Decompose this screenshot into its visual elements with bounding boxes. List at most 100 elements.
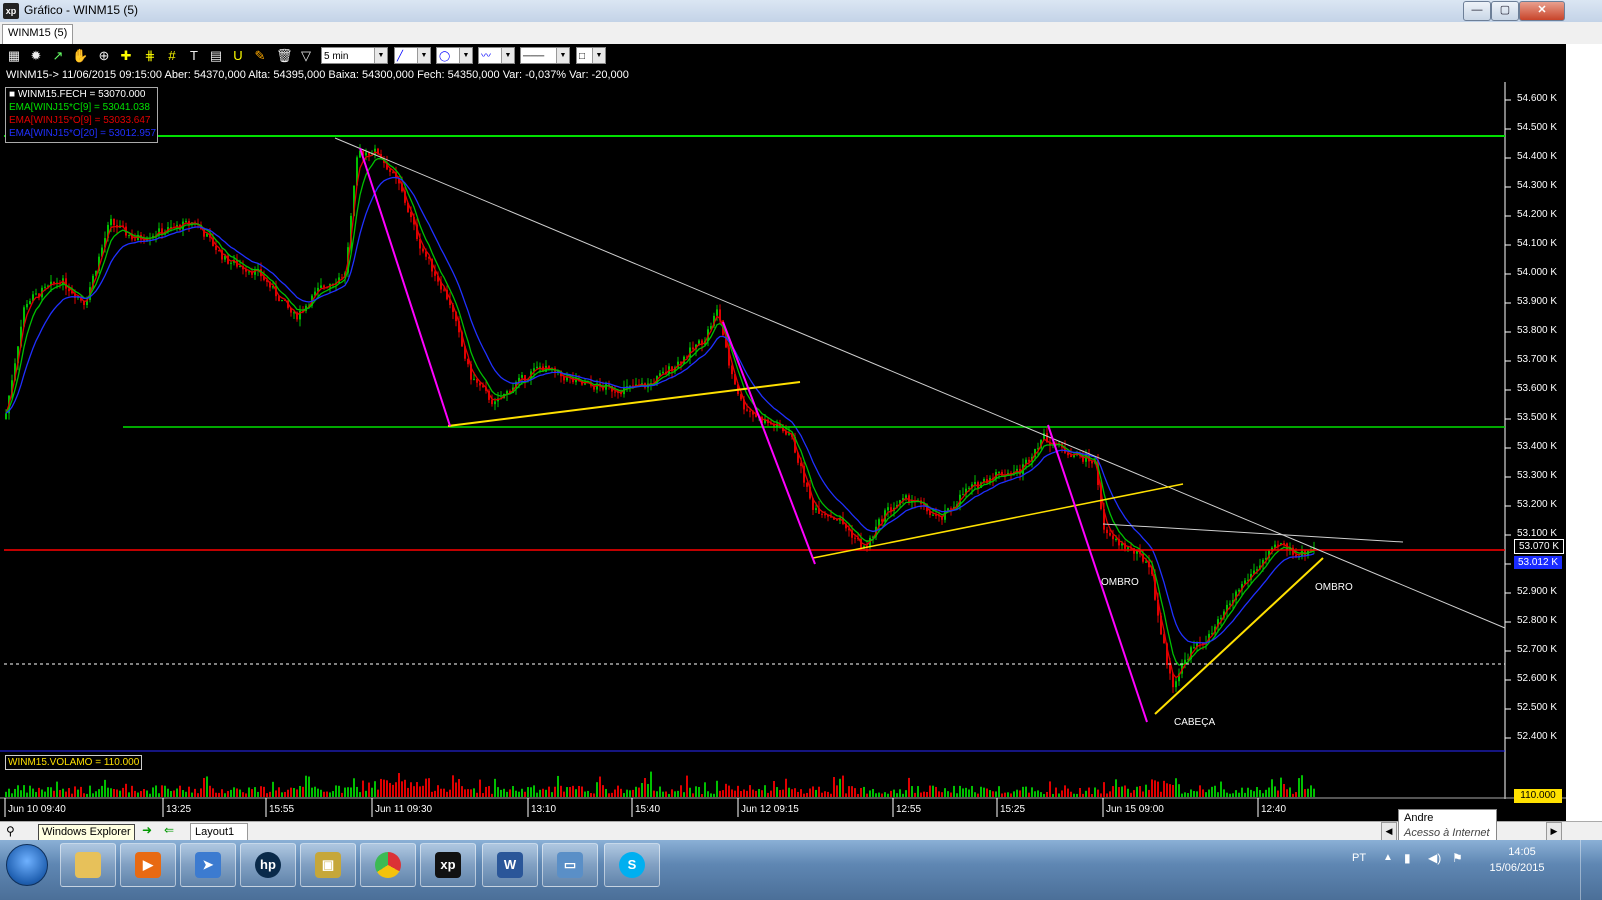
indicator-select[interactable]: 〰 ▼	[478, 47, 515, 64]
filter-icon[interactable]: ▽	[298, 48, 314, 64]
text-icon[interactable]: T	[186, 48, 202, 64]
volume-bar	[272, 781, 274, 797]
volume-bar	[215, 792, 217, 797]
time-axis-label: 12:55	[896, 804, 922, 815]
chart-panel[interactable]: ▦ ✹ ↗ ✋ ⊕ ✚ ⋕ # T ▤ U ✎ 🗑 ▽ 5 min ▼ ╱ ▼ …	[0, 44, 1566, 821]
network-icon[interactable]: ➤	[180, 843, 236, 887]
volume-bar	[521, 788, 523, 797]
candle-body	[947, 508, 949, 511]
price-axis-label: 53.800 K	[1517, 325, 1558, 336]
tray-language[interactable]: PT	[1352, 852, 1366, 864]
volume-bar	[797, 791, 799, 797]
volume-bar	[911, 786, 913, 797]
line-style-select[interactable]: ╱ ▼	[394, 47, 431, 64]
flag-icon[interactable]: ⚑	[1452, 851, 1463, 865]
volume-bar	[950, 792, 952, 797]
tab-layout1[interactable]: Layout1	[190, 823, 248, 841]
volume-bar	[692, 793, 694, 797]
cup-icon[interactable]: U	[230, 48, 246, 64]
candle-body	[473, 378, 475, 380]
volume-bar	[491, 793, 493, 797]
xp-app-icon[interactable]: xp	[420, 843, 476, 887]
volume-bar	[401, 781, 403, 797]
start-button[interactable]	[6, 844, 48, 886]
user-status-box[interactable]: Andre Acesso à Internet	[1398, 809, 1497, 843]
legend-ema-o: EMA[WINJ15*O[9] = 53033.647	[9, 115, 151, 126]
volume-bar	[572, 785, 574, 797]
media-player-icon[interactable]: ▶	[120, 843, 176, 887]
price-axis-label: 53.600 K	[1517, 383, 1558, 394]
volume-bar	[137, 792, 139, 797]
volume-bar	[386, 780, 388, 797]
interval-select[interactable]: 5 min ▼	[321, 47, 388, 64]
crosshair-icon[interactable]: ✚	[118, 48, 134, 64]
clock-date[interactable]: 15/06/2015	[1484, 862, 1550, 874]
volume-bar	[953, 785, 955, 797]
volume-icon[interactable]: ◀)	[1428, 851, 1441, 865]
volume-bar	[464, 789, 466, 797]
price-axis-label: 53.700 K	[1517, 354, 1558, 365]
settings-gear-icon[interactable]: ✹	[28, 48, 44, 64]
show-desktop-button[interactable]	[1580, 840, 1602, 900]
maximize-button[interactable]: ▢	[1491, 1, 1519, 21]
scroll-right-button[interactable]: ▶	[1546, 822, 1562, 841]
line-tool-icon[interactable]: ↗	[50, 48, 66, 64]
hp-icon[interactable]: hp	[240, 843, 296, 887]
volume-bar	[1148, 789, 1150, 797]
volume-bar	[1097, 789, 1099, 797]
grid-icon[interactable]: #	[164, 48, 180, 64]
clock-time[interactable]: 14:05	[1494, 846, 1550, 858]
trash-icon[interactable]: 🗑	[276, 48, 293, 64]
tab-winm15[interactable]: WINM15 (5)	[2, 24, 74, 45]
word-icon[interactable]: W	[482, 843, 538, 887]
volume-bar	[893, 789, 895, 797]
volume-bar	[374, 781, 376, 797]
volume-bar	[437, 785, 439, 797]
volume-bar	[530, 787, 532, 797]
volume-bar	[1163, 780, 1165, 797]
time-axis-label: Jun 15 09:00	[1106, 804, 1164, 815]
close-button[interactable]: ✕	[1519, 1, 1565, 21]
arrow-left-icon[interactable]: ⇐	[164, 823, 174, 837]
volume-bar	[260, 786, 262, 797]
chrome-icon[interactable]	[360, 843, 416, 887]
price-axis-label: 54.600 K	[1517, 93, 1558, 104]
volume-bar	[596, 782, 598, 797]
volume-bar	[413, 786, 415, 797]
brush-icon[interactable]: ✎	[252, 48, 268, 64]
image-viewer-icon[interactable]: ▭	[542, 843, 598, 887]
price-chart[interactable]	[0, 44, 1566, 821]
channel-icon[interactable]: ⋕	[142, 48, 158, 64]
hand-icon[interactable]: ✋	[72, 48, 88, 64]
arrow-right-icon[interactable]: ➜	[142, 823, 152, 837]
volume-bar	[680, 785, 682, 797]
volume-bar	[479, 779, 481, 797]
signal-icon[interactable]: ▮	[1404, 851, 1411, 865]
volume-bar	[1229, 793, 1231, 797]
candle-body	[323, 285, 325, 288]
file-explorer-icon[interactable]	[60, 843, 116, 887]
quote-info-line: WINM15-> 11/06/2015 09:15:00 Aber: 54370…	[6, 69, 629, 81]
scroll-left-button[interactable]: ◀	[1381, 822, 1397, 841]
scanner-icon[interactable]: ▣	[300, 843, 356, 887]
tray-expand-icon[interactable]: ▲	[1383, 852, 1393, 863]
volume-bar	[641, 782, 643, 797]
price-axis-label: 53.200 K	[1517, 499, 1558, 510]
volume-bar	[446, 791, 448, 797]
candle-body	[614, 391, 616, 393]
volume-bar	[62, 788, 64, 797]
color-select[interactable]: □ ▼	[576, 47, 606, 64]
volume-bar	[1058, 793, 1060, 797]
magnifier-icon[interactable]: ⚲	[6, 824, 15, 838]
calculator-icon[interactable]: ▤	[208, 48, 224, 64]
shape-select[interactable]: ◯ ▼	[436, 47, 473, 64]
zoom-icon[interactable]: ⊕	[96, 48, 112, 64]
skype-icon[interactable]: S	[604, 843, 660, 887]
volume-bar	[497, 787, 499, 797]
volume-bar	[1046, 791, 1048, 797]
volume-bar	[857, 793, 859, 797]
line-width-select[interactable]: ─── ▼	[520, 47, 570, 64]
volume-bar	[224, 793, 226, 797]
minimize-button[interactable]: —	[1463, 1, 1491, 21]
bar-chart-icon[interactable]: ▦	[6, 48, 22, 64]
